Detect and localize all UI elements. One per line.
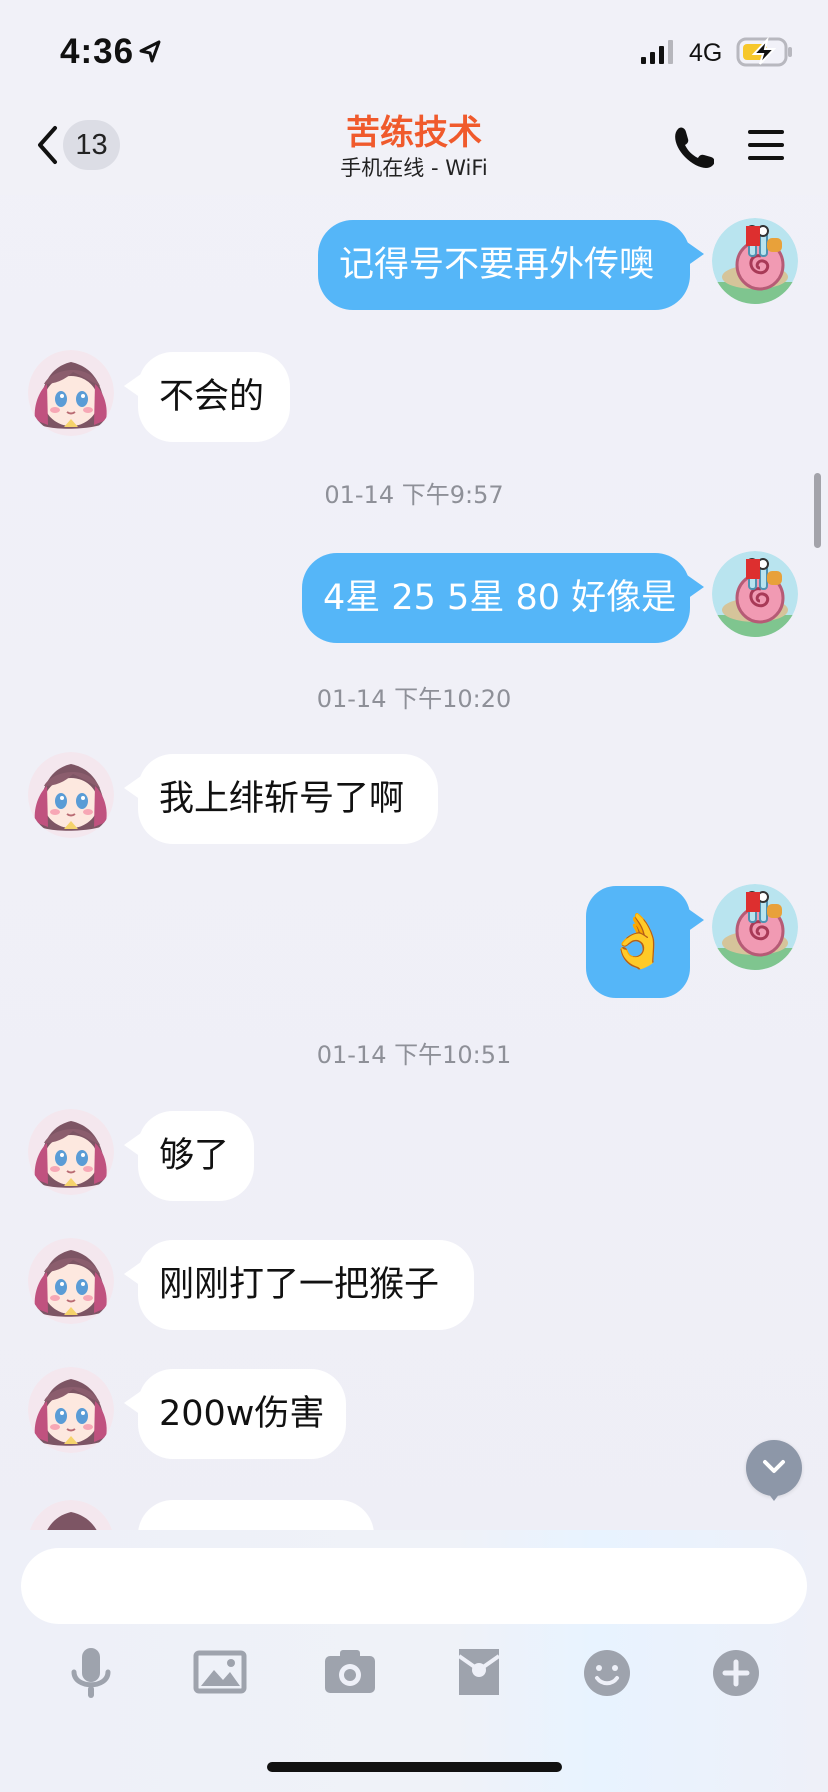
- network-label: 4G: [689, 39, 723, 67]
- message-row-sent: 4星 25 5星 80 好像是: [0, 551, 828, 643]
- sent-message-bubble[interactable]: 记得号不要再外传噢: [318, 220, 704, 310]
- chevron-down-icon: [763, 1460, 785, 1473]
- chat-header: 13 苦练技术 手机在线 - WiFi: [0, 100, 828, 195]
- contact-avatar[interactable]: [28, 350, 114, 436]
- plus-icon: [713, 1650, 759, 1696]
- snail-avatar-icon: [712, 218, 798, 304]
- contact-avatar[interactable]: [28, 1109, 114, 1195]
- message-input[interactable]: [21, 1548, 807, 1624]
- image-icon: [193, 1650, 247, 1694]
- received-message-bubble[interactable]: 刚刚打了一把猴子: [124, 1240, 474, 1330]
- contact-avatar[interactable]: [28, 1238, 114, 1324]
- received-message-bubble[interactable]: [138, 1500, 374, 1530]
- sent-emoji-bubble[interactable]: 👌: [586, 886, 704, 998]
- message-row-received: 200w伤害: [0, 1367, 828, 1459]
- chat-toolbar: [0, 1638, 828, 1708]
- photo-button[interactable]: [185, 1638, 255, 1708]
- sender-avatar[interactable]: [712, 218, 798, 304]
- message-timestamp: 01-14 下午10:20: [316, 685, 512, 713]
- anime-girl-avatar-icon: [28, 1367, 114, 1453]
- message-row-received: 不会的: [0, 350, 828, 442]
- voice-button[interactable]: [56, 1638, 126, 1708]
- anime-girl-avatar-icon: [28, 752, 114, 838]
- message-row-sent: 👌: [0, 884, 828, 1000]
- camera-button[interactable]: [315, 1638, 385, 1708]
- sender-avatar[interactable]: [712, 884, 798, 970]
- contact-avatar[interactable]: [28, 1500, 114, 1530]
- partially-hidden-message-row: [0, 1500, 828, 1530]
- camera-icon: [325, 1650, 375, 1693]
- received-message-bubble[interactable]: 够了: [124, 1111, 254, 1201]
- received-message-bubble[interactable]: 200w伤害: [124, 1369, 346, 1459]
- status-time: 4:36: [60, 32, 135, 71]
- more-button[interactable]: [701, 1638, 771, 1708]
- scrollbar-thumb[interactable]: [814, 473, 821, 548]
- message-row-received: 我上绯斩号了啊: [0, 752, 828, 844]
- menu-icon[interactable]: [746, 127, 786, 163]
- anime-girl-avatar-icon: [28, 350, 114, 436]
- message-timestamp: 01-14 下午10:51: [316, 1041, 512, 1069]
- anime-girl-avatar-icon: [28, 1109, 114, 1195]
- received-message-bubble[interactable]: 我上绯斩号了啊: [124, 754, 438, 844]
- contact-avatar[interactable]: [28, 752, 114, 838]
- message-row-received: 刚刚打了一把猴子: [0, 1238, 828, 1330]
- red-envelope-button[interactable]: [444, 1638, 514, 1708]
- status-bar: 4:36 4G: [0, 0, 828, 100]
- anime-girl-avatar-icon: [28, 1238, 114, 1324]
- qq-chat-screen: 4:36 4G 13 苦练技术 手机在线 - WiFi 记得号不要再外传噢 不会…: [0, 0, 828, 1792]
- message-row-sent: 记得号不要再外传噢: [0, 218, 828, 310]
- chat-input-area: [0, 1530, 828, 1792]
- emoji-button[interactable]: [572, 1638, 642, 1708]
- microphone-icon: [71, 1648, 111, 1698]
- anime-girl-avatar-icon: [30, 1500, 112, 1530]
- snail-avatar-icon: [712, 551, 798, 637]
- phone-icon[interactable]: [670, 124, 714, 168]
- sent-message-bubble[interactable]: 4星 25 5星 80 好像是: [302, 553, 704, 643]
- scroll-to-bottom-button[interactable]: [746, 1440, 802, 1501]
- message-timestamp: 01-14 下午9:57: [324, 481, 504, 509]
- sender-avatar[interactable]: [712, 551, 798, 637]
- home-indicator: [267, 1762, 562, 1772]
- battery-charging-icon: [736, 36, 792, 67]
- snail-avatar-icon: [712, 884, 798, 970]
- contact-avatar[interactable]: [28, 1367, 114, 1453]
- signal-icon: [641, 40, 673, 64]
- location-arrow-icon: [139, 40, 161, 63]
- message-row-received: 够了: [0, 1109, 828, 1201]
- received-message-bubble[interactable]: 不会的: [124, 352, 290, 442]
- emoji-icon: [584, 1650, 630, 1696]
- red-envelope-icon: [457, 1649, 501, 1695]
